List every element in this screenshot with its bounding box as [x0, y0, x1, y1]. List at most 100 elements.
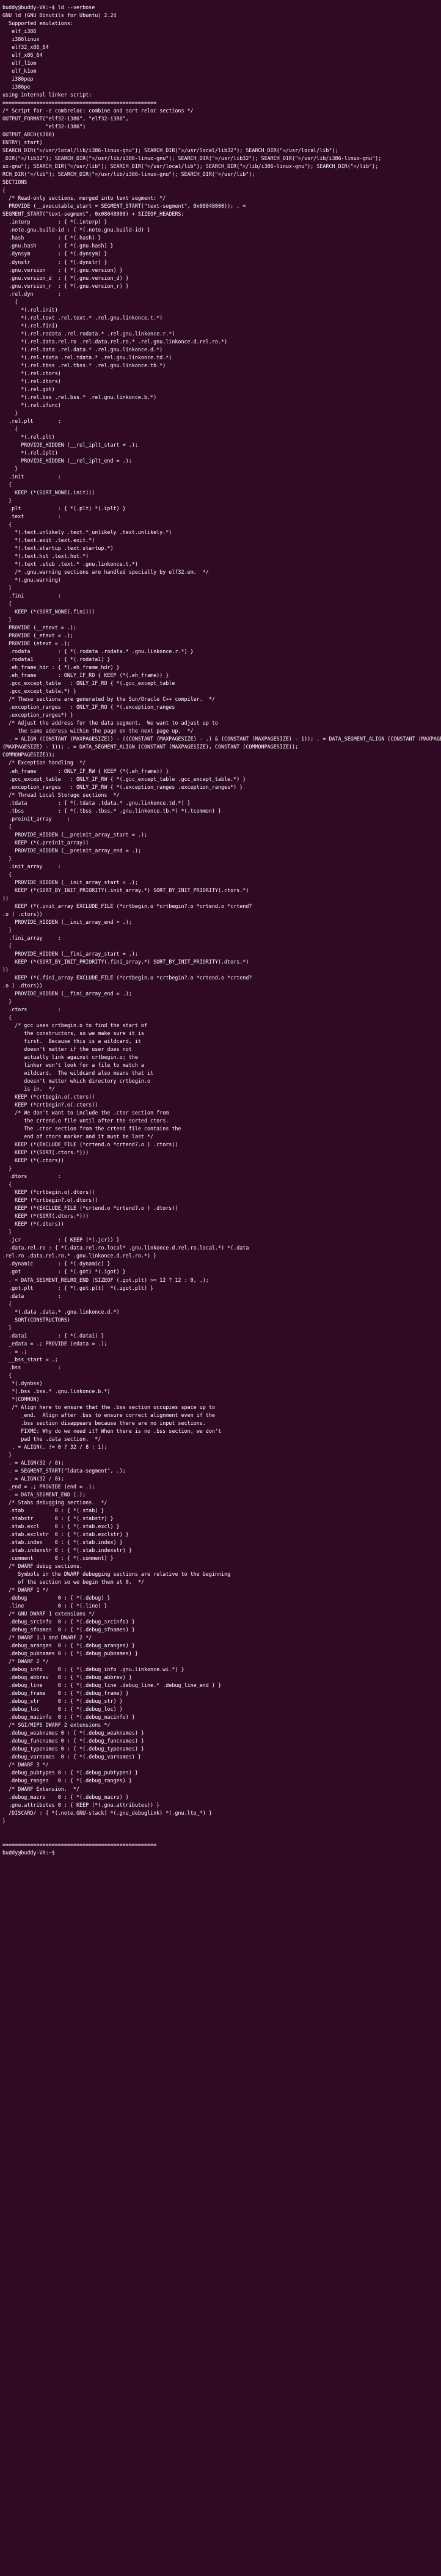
terminal-line: i386pep	[2, 76, 34, 82]
terminal-line: }	[2, 1451, 12, 1458]
terminal-line: Symbols in the DWARF debugging sections …	[2, 1571, 231, 1578]
terminal-line: }	[2, 465, 18, 472]
terminal-line: elf_x86_64	[2, 52, 43, 59]
terminal-line: .gcc_except_table : ONLY_IF_RW { *(.gcc_…	[2, 775, 246, 782]
terminal-line: PROVIDE_HIDDEN (__fini_array_end = .);	[2, 990, 132, 997]
terminal-line: .debug_macinfo 0 : { *(.debug_macinfo) }	[2, 1714, 135, 1721]
terminal-line: elf32_x86_64	[2, 44, 49, 51]
terminal-line: . = ALIGN(32 / 8);	[2, 1475, 64, 1482]
terminal-line: SECTIONS	[2, 179, 27, 186]
terminal-line: PROVIDE_HIDDEN (__preinit_array_end = .)…	[2, 847, 141, 854]
terminal-line: the crtend.o file until after the sorted…	[2, 1118, 169, 1124]
terminal-line: . = ALIGN(. != 0 ? 32 / 8 : 1);	[2, 1443, 108, 1450]
terminal-line: i386linux	[2, 36, 40, 43]
terminal-line: .stabstr 0 : { *(.stabstr) }	[2, 1515, 114, 1521]
terminal-prompt: buddy@buddy-VX:~$	[2, 1849, 55, 1856]
terminal-line: {	[2, 601, 12, 607]
terminal-line: /* Exception handling */	[2, 759, 86, 766]
terminal-line: {	[2, 187, 6, 194]
terminal-line: SEARCH_DIR("=/usr/local/lib/i386-linux-g…	[2, 147, 338, 154]
terminal-line: /* Thread Local Storage sections */	[2, 791, 120, 798]
terminal-line: .rel.plt :	[2, 417, 61, 424]
terminal-window[interactable]: buddy@buddy-VX:~$ ld --verbose GNU ld (GN…	[0, 0, 441, 2576]
terminal-line: .debug_srcinfo 0 : { *(.debug_srcinfo) }	[2, 1619, 135, 1625]
terminal-line: KEEP (*(SORT_BY_INIT_PRIORITY(.fini_arra…	[2, 958, 249, 965]
terminal-line: .o ) .ctors))	[2, 910, 43, 917]
terminal-line: .bss :	[2, 1364, 61, 1370]
terminal-line: .gcc_except_table.*) }	[2, 688, 77, 695]
terminal-line: .got : { *(.got) *(.igot) }	[2, 1268, 126, 1275]
terminal-line: .gnu.version_r : { *(.gnu.version_r) }	[2, 282, 129, 289]
terminal-line: .stab 0 : { *(.stab) }	[2, 1507, 104, 1513]
terminal-line: PROVIDE (__executable_start = SEGMENT_ST…	[2, 203, 246, 210]
terminal-line: first. Because this is a wildcard, it	[2, 1038, 141, 1045]
terminal-line: *(.rel.tdata .rel.tdata.* .rel.gnu.linko…	[2, 354, 172, 360]
terminal-line: {	[2, 481, 12, 488]
terminal-line: .note.gnu.build-id : { *(.note.gnu.build…	[2, 227, 151, 233]
terminal-line: /* DWARF 2 */	[2, 1658, 49, 1665]
terminal-line: *(.rel.iplt)	[2, 449, 58, 456]
terminal-line: .stab.exclstr 0 : { *(.stab.exclstr) }	[2, 1531, 129, 1537]
terminal-line: .init :	[2, 473, 61, 480]
terminal-line: .dynamic : { *(.dynamic) }	[2, 1261, 111, 1267]
terminal-line: *(.rel.fini)	[2, 322, 58, 329]
terminal-line: is in. */	[2, 1086, 55, 1092]
terminal-line: .hash : { *(.hash) }	[2, 235, 101, 241]
terminal-line: KEEP (*crtbegin?.o(.ctors))	[2, 1102, 98, 1108]
terminal-line: }	[2, 1324, 12, 1331]
terminal-line: PROVIDE (__etext = .);	[2, 624, 77, 631]
terminal-line: *(.text.exit .text.exit.*)	[2, 537, 95, 544]
terminal-line: _end = .; PROVIDE (end = .);	[2, 1483, 95, 1490]
terminal-line: /* Align here to ensure that the .bss se…	[2, 1403, 215, 1410]
terminal-line: .got.plt : { *(.got.plt) *(.igot.plt) }	[2, 1284, 154, 1291]
terminal-line: .tbss : { *(.tbss .tbss.* .gnu.linkonce.…	[2, 807, 221, 814]
terminal-line: OUTPUT_FORMAT("elf32-i386", "elf32-i386"…	[2, 115, 129, 122]
terminal-line: .jcr : { KEEP (*(.jcr)) }	[2, 1237, 120, 1243]
terminal-line: ))	[2, 966, 9, 973]
terminal-line: .data :	[2, 1292, 61, 1299]
terminal-line: (MAXPAGESIZE) - 1)); . = DATA_SEGMENT_AL…	[2, 744, 299, 750]
terminal-line: .ctors :	[2, 1006, 61, 1012]
terminal-line: *(.rel.rodata .rel.rodata.* .rel.gnu.lin…	[2, 330, 175, 337]
terminal-line: GNU ld (GNU Binutils for Ubuntu) 2.24	[2, 12, 117, 19]
terminal-line: using internal linker script:	[2, 92, 92, 98]
terminal-line: wildcard. The wildcard also means that i…	[2, 1070, 154, 1077]
terminal-line: doesn't matter which directory crtbegin.…	[2, 1078, 151, 1085]
terminal-line: . = SEGMENT_START("ldata-segment", .);	[2, 1467, 126, 1474]
terminal-line: COMMONPAGESIZE));	[2, 752, 55, 758]
terminal-line: .fini_array :	[2, 934, 61, 941]
terminal-line: *(.text .stub .text.* .gnu.linkonce.t.*)	[2, 561, 138, 568]
terminal-line: .debug_abbrev 0 : { *(.debug_abbrev) }	[2, 1674, 132, 1681]
terminal-line: i386pe	[2, 84, 31, 90]
terminal-line: KEEP (*(EXCLUDE_FILE (*crtend.o *crtend?…	[2, 1141, 178, 1148]
terminal-line: KEEP (*(SORT_BY_INIT_PRIORITY(.init_arra…	[2, 887, 249, 893]
terminal-line: ux-gnu"); SEARCH_DIR("=/usr/lib"); SEARC…	[2, 163, 379, 170]
terminal-line: {	[2, 871, 12, 877]
terminal-line: .eh_frame : ONLY_IF_RW { KEEP (*(.eh_fra…	[2, 767, 169, 774]
terminal-line: actually link against crtbegin.o; the	[2, 1054, 138, 1061]
terminal-line: KEEP (*(SORT_NONE(.init)))	[2, 489, 95, 496]
terminal-line: .bss section disappears because there ar…	[2, 1419, 206, 1426]
terminal-line: end of ctors marker and it must be last …	[2, 1133, 154, 1140]
terminal-line: }	[2, 1165, 12, 1172]
terminal-line: .rodata : { *(.rodata .rodata.* .gnu.lin…	[2, 648, 194, 655]
terminal-line: *(.rel.bss .rel.bss.* .rel.gnu.linkonce.…	[2, 393, 157, 400]
terminal-line: .debug_aranges 0 : { *(.debug_aranges) }	[2, 1642, 135, 1649]
terminal-line: .plt : { *(.plt) *(.iplt) }	[2, 505, 126, 511]
terminal-line: elf_k1om	[2, 68, 37, 75]
terminal-line: }	[2, 855, 12, 862]
terminal-line: ========================================…	[2, 100, 157, 106]
terminal-line: KEEP (*(.preinit_array))	[2, 839, 89, 846]
terminal-line: .debug_ranges 0 : { *(.debug_ranges) }	[2, 1777, 132, 1784]
terminal-line: .eh_frame_hdr : { *(.eh_frame_hdr) }	[2, 664, 120, 671]
terminal-line: *(.text.unlikely .text.*_unlikely .text.…	[2, 529, 172, 536]
terminal-line: /* GNU DWARF 1 extensions */	[2, 1611, 95, 1617]
terminal-line: _end. Align after .bss to ensure correct…	[2, 1411, 215, 1418]
terminal-line: /DISCARD/ : { *(.note.GNU-stack) *(.gnu_…	[2, 1809, 212, 1816]
terminal-line: . = ALIGN (CONSTANT (MAXPAGESIZE)) - ((C…	[9, 736, 441, 742]
terminal-line: *(.rel.got)	[2, 386, 55, 392]
terminal-line: .gcc_except_table : ONLY_IF_RO { *(.gcc_…	[2, 680, 175, 687]
terminal-line: }	[2, 1229, 12, 1235]
terminal-line: /* DWARF 3 */	[2, 1762, 49, 1768]
